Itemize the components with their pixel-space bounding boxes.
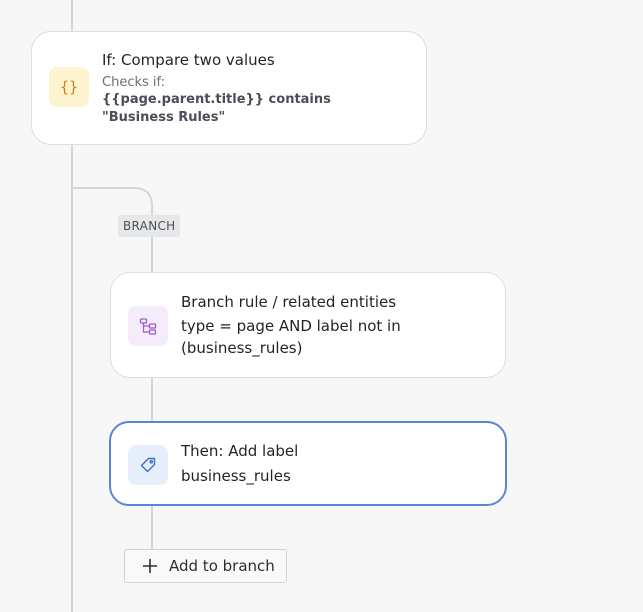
plus-icon — [143, 559, 157, 573]
branch-rule-detail: type = page AND label not in (business_r… — [181, 317, 401, 357]
svg-text:{}: {} — [60, 78, 78, 96]
branch-rule-card[interactable]: Branch rule / related entities type = pa… — [110, 272, 506, 378]
condition-card[interactable]: {} If: Compare two values Checks if: {{p… — [31, 31, 427, 145]
hierarchy-icon — [128, 306, 168, 346]
action-detail: business_rules — [181, 467, 291, 485]
branch-rule-title: Branch rule / related entities — [181, 293, 397, 311]
add-to-branch-button[interactable]: Add to branch — [124, 549, 287, 583]
branch-badge: BRANCH — [118, 215, 181, 237]
add-label-action-card[interactable]: Then: Add label business_rules — [109, 421, 507, 506]
add-to-branch-label: Add to branch — [169, 557, 275, 575]
curly-braces-icon: {} — [49, 67, 89, 107]
action-title: Then: Add label — [181, 442, 299, 460]
condition-title: If: Compare two values — [102, 51, 275, 69]
branch-line-segment — [151, 505, 153, 550]
checks-label: Checks if: — [102, 75, 166, 90]
branch-line-segment — [151, 377, 153, 423]
checks-expression: {{page.parent.title}} contains "Business… — [102, 92, 331, 125]
tag-icon — [128, 445, 168, 485]
